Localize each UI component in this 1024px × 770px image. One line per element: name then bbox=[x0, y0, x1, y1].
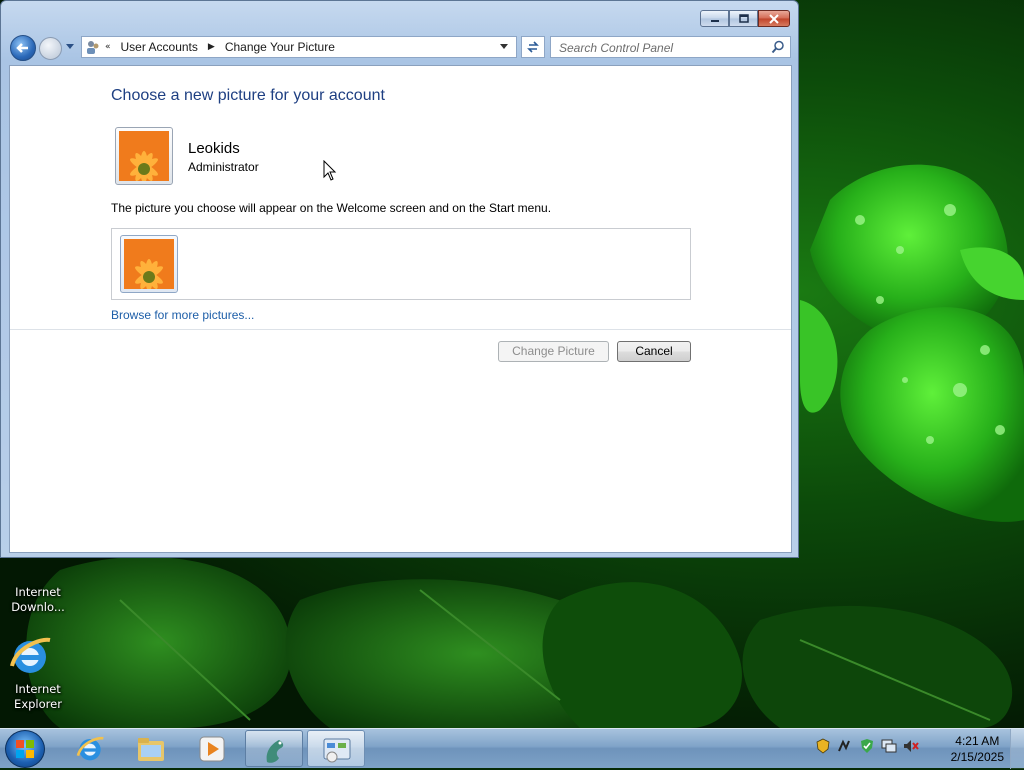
search-box[interactable] bbox=[550, 36, 791, 58]
control-panel-icon bbox=[323, 738, 351, 763]
dragon-app-icon bbox=[266, 740, 284, 763]
user-role: Administrator bbox=[188, 160, 259, 174]
internet-explorer-icon bbox=[76, 736, 104, 761]
maximize-icon bbox=[738, 13, 749, 23]
breadcrumb-separator-arrow[interactable]: ▶ bbox=[208, 42, 215, 52]
taskbar-media-player[interactable] bbox=[183, 730, 241, 767]
recent-pages-dropdown[interactable] bbox=[66, 44, 74, 49]
picture-gallery bbox=[111, 228, 691, 300]
start-button[interactable] bbox=[5, 730, 45, 768]
refresh-icon bbox=[527, 41, 539, 53]
breadcrumb-overflow-chevron[interactable]: « bbox=[105, 42, 111, 52]
refresh-button[interactable] bbox=[521, 36, 545, 58]
close-button[interactable] bbox=[758, 10, 790, 27]
windows-logo-icon bbox=[16, 740, 34, 758]
taskbar: 4:21 AM 2/15/2025 bbox=[0, 728, 1024, 769]
caption-buttons bbox=[700, 10, 790, 27]
show-desktop-button[interactable] bbox=[1010, 729, 1024, 769]
orange-flower-picture-icon bbox=[124, 239, 174, 289]
search-icon[interactable] bbox=[771, 40, 785, 54]
breadcrumb-user-accounts[interactable]: User Accounts bbox=[121, 40, 198, 54]
volume-muted-icon[interactable] bbox=[903, 738, 919, 754]
desktop-icon-label: Internet bbox=[15, 585, 61, 599]
file-explorer-icon bbox=[138, 738, 164, 761]
control-panel-window: « User Accounts ▶ Change Your Picture Ch… bbox=[0, 0, 799, 558]
maximize-button[interactable] bbox=[729, 10, 758, 27]
notification-area bbox=[815, 738, 919, 754]
breadcrumb-change-your-picture[interactable]: Change Your Picture bbox=[225, 40, 335, 54]
internet-explorer-icon bbox=[10, 632, 62, 680]
action-center-icon[interactable] bbox=[815, 738, 831, 754]
address-bar[interactable]: « User Accounts ▶ Change Your Picture bbox=[81, 36, 517, 58]
desktop-icon-label: Internet bbox=[15, 682, 61, 696]
system-clock[interactable]: 4:21 AM 2/15/2025 bbox=[951, 733, 1004, 765]
network-activity-icon[interactable] bbox=[837, 738, 853, 754]
close-icon bbox=[769, 13, 779, 24]
change-picture-button[interactable]: Change Picture bbox=[498, 341, 609, 362]
security-shield-icon[interactable] bbox=[859, 738, 875, 754]
cancel-button[interactable]: Cancel bbox=[617, 341, 691, 362]
taskbar-file-explorer[interactable] bbox=[122, 730, 180, 767]
user-name: Leokids bbox=[188, 140, 240, 157]
network-icon[interactable] bbox=[881, 738, 897, 754]
clock-time: 4:21 AM bbox=[955, 734, 1000, 748]
desktop-icon-internet-explorer[interactable]: Internet Explorer bbox=[6, 632, 70, 712]
current-user-picture bbox=[115, 127, 173, 185]
orange-flower-picture-icon bbox=[119, 131, 169, 181]
clock-date: 2/15/2025 bbox=[950, 750, 1004, 764]
browse-pictures-link[interactable]: Browse for more pictures... bbox=[111, 308, 254, 322]
back-button[interactable] bbox=[10, 35, 36, 61]
minimize-button[interactable] bbox=[700, 10, 729, 27]
mouse-cursor-icon bbox=[323, 160, 337, 181]
taskbar-dragon-app[interactable] bbox=[245, 730, 303, 767]
address-dropdown-icon[interactable] bbox=[500, 44, 508, 49]
user-accounts-icon bbox=[85, 39, 101, 55]
taskbar-control-panel[interactable] bbox=[307, 730, 365, 767]
taskbar-internet-explorer[interactable] bbox=[61, 730, 119, 767]
navigation-bar: « User Accounts ▶ Change Your Picture bbox=[9, 35, 791, 61]
content-pane: Choose a new picture for your account Le… bbox=[9, 65, 792, 553]
page-title: Choose a new picture for your account bbox=[111, 87, 385, 104]
button-divider bbox=[10, 329, 791, 330]
forward-button[interactable] bbox=[39, 37, 62, 60]
search-input[interactable] bbox=[557, 38, 771, 58]
desktop-icon-label: Explorer bbox=[14, 697, 62, 711]
picture-option-flower[interactable] bbox=[120, 235, 178, 293]
media-player-icon bbox=[199, 736, 225, 762]
picture-hint-text: The picture you choose will appear on th… bbox=[111, 201, 552, 215]
desktop-icon-label: Downlo... bbox=[11, 600, 65, 614]
back-arrow-icon bbox=[16, 43, 28, 53]
minimize-icon bbox=[710, 19, 719, 22]
